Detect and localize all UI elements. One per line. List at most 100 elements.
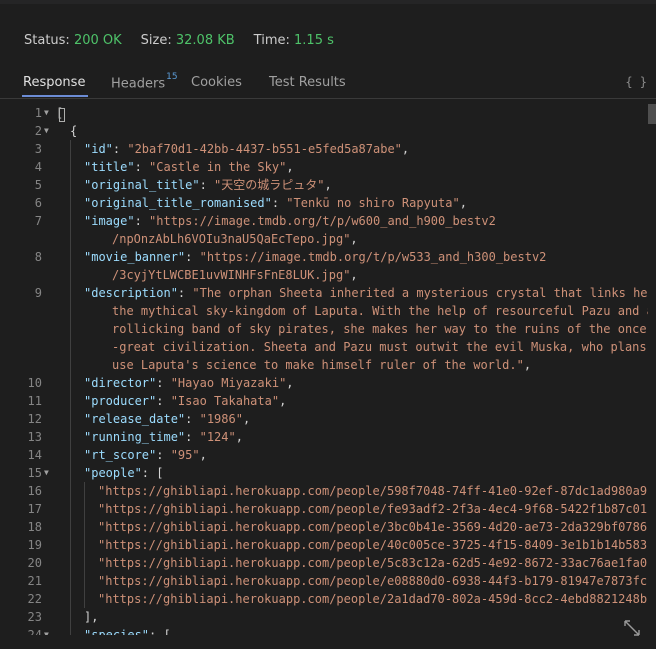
line-number: 6 <box>34 196 42 210</box>
json-punct: , <box>242 412 251 426</box>
json-punct: , <box>459 196 467 210</box>
fold-chevron-icon[interactable]: ▼ <box>44 122 49 140</box>
tab-response[interactable]: Response <box>23 75 85 90</box>
json-key: "people" <box>84 466 142 480</box>
time-value: 1.15 s <box>294 33 334 48</box>
line-number: 13 <box>27 430 42 444</box>
json-string: "https://ghibliapi.herokuapp.com/people/… <box>98 574 648 588</box>
time-group: Time: 1.15 s <box>254 33 334 48</box>
json-punct: : <box>112 142 128 156</box>
tab-headers[interactable]: Headers15 <box>111 72 178 92</box>
json-key: "description" <box>84 286 178 300</box>
line-number: 9 <box>34 286 42 300</box>
line-number: 2 <box>34 124 42 138</box>
line-number: 11 <box>27 394 42 408</box>
fold-chevron-icon[interactable]: ▼ <box>44 104 49 122</box>
json-punct: : <box>156 448 171 462</box>
line-number: 21 <box>27 574 42 588</box>
fold-chevron-icon[interactable]: ▼ <box>44 626 49 635</box>
line-number: 5 <box>34 178 42 192</box>
tab-test-results-label: Test Results <box>269 75 346 90</box>
json-punct: : <box>177 286 193 300</box>
tab-cookies[interactable]: Cookies <box>191 75 242 90</box>
line-number: 20 <box>27 556 42 570</box>
code-text: "https://ghibliapi.herokuapp.com/people/… <box>98 536 648 554</box>
json-key: "species" <box>84 628 150 635</box>
json-string: "https://ghibliapi.herokuapp.com/people/… <box>98 556 648 570</box>
json-punct: , <box>286 160 294 174</box>
code-text: "people": [ <box>84 464 163 482</box>
size-value: 32.08 KB <box>175 33 235 48</box>
line-number: 10 <box>27 376 42 390</box>
tab-test-results[interactable]: Test Results <box>269 75 346 90</box>
json-punct: { <box>70 124 78 138</box>
json-string: /npOnzAbLh6VOIu3naU5QaEcTepo.jpg" <box>112 232 351 246</box>
json-punct: , <box>350 232 358 246</box>
resize-diagonal-icon[interactable] <box>622 618 644 640</box>
code-line: 7 "image": "https://image.tmdb.org/t/p/w6… <box>0 212 648 230</box>
json-punct: , <box>324 178 332 192</box>
code-line: rollicking band of sky pirates, she make… <box>0 320 648 338</box>
line-number: 16 <box>27 484 42 498</box>
code-text: "id": "2baf70d1-42bb-4437-b551-e5fed5a87… <box>84 140 409 158</box>
line-number: 22 <box>27 592 42 606</box>
code-line: 13 "running_time": "124", <box>0 428 648 446</box>
json-punct: , <box>523 358 532 372</box>
size-label: Size: <box>140 33 172 48</box>
json-punct: : <box>156 394 171 408</box>
code-line: 21 "https://ghibliapi.herokuapp.com/peopl… <box>0 572 648 590</box>
code-line: -great civilization. Sheeta and Pazu mus… <box>0 338 648 356</box>
braces-icon[interactable]: { } <box>625 75 647 89</box>
code-line: 14 "rt_score": "95", <box>0 446 648 464</box>
code-text: "producer": "Isao Takahata", <box>84 392 286 410</box>
vertical-scrollbar-thumb[interactable] <box>648 104 656 124</box>
json-punct: , <box>235 430 243 444</box>
json-string: "天空の城ラピュタ" <box>214 178 325 192</box>
json-string: use Laputa's science to make himself rul… <box>112 358 524 372</box>
json-key: "title" <box>84 160 135 174</box>
code-text: "https://ghibliapi.herokuapp.com/people/… <box>98 518 648 536</box>
code-line: 18 "https://ghibliapi.herokuapp.com/peopl… <box>0 518 648 536</box>
code-line: 24 ▼ "species": [ <box>0 626 648 635</box>
json-punct: : [ <box>141 466 164 480</box>
json-string: "https://ghibliapi.herokuapp.com/people/… <box>98 484 648 498</box>
indent-guide <box>70 140 71 635</box>
response-tabs: Response Headers15 Cookies Test Results <box>0 62 656 99</box>
code-line: use Laputa's science to make himself rul… <box>0 356 648 374</box>
indent-guide <box>84 482 85 608</box>
json-string: rollicking band of sky pirates, she make… <box>112 322 647 336</box>
code-text: -great civilization. Sheeta and Pazu mus… <box>112 338 648 356</box>
json-punct: : [ <box>149 628 171 635</box>
active-tab-indicator <box>22 95 88 97</box>
line-number: 17 <box>27 502 42 516</box>
json-key: "release_date" <box>84 412 186 426</box>
code-line: 9 "description": "The orphan Sheeta inher… <box>0 284 648 302</box>
code-line: 8 "movie_banner": "https://image.tmdb.org… <box>0 248 648 266</box>
code-line: 20 "https://ghibliapi.herokuapp.com/peopl… <box>0 554 648 572</box>
code-text: ], <box>84 608 98 626</box>
json-string: "1986" <box>199 412 243 426</box>
code-text: "image": "https://image.tmdb.org/t/p/w60… <box>84 212 496 230</box>
json-punct: , <box>350 268 358 282</box>
json-punct: : <box>185 412 200 426</box>
line-number: 1 <box>34 106 42 120</box>
json-key: "director" <box>84 376 157 390</box>
json-string: "Isao Takahata" <box>170 394 280 408</box>
json-string: "https://ghibliapi.herokuapp.com/people/… <box>98 520 648 534</box>
json-punct: : <box>134 214 150 228</box>
json-key: "original_title_romanised" <box>84 196 272 210</box>
json-string: -great civilization. Sheeta and Pazu mus… <box>112 340 648 354</box>
line-number: 14 <box>27 448 42 462</box>
code-line: 19 "https://ghibliapi.herokuapp.com/peopl… <box>0 536 648 554</box>
json-key: "movie_banner" <box>84 250 186 264</box>
json-editor[interactable]: 1 ▼[2 ▼{3 "id": "2baf70d1-42bb-4437-b551-e5… <box>0 104 648 635</box>
json-punct: , <box>401 142 410 156</box>
code-line: 1 ▼[ <box>0 104 648 122</box>
tab-response-label: Response <box>23 75 86 90</box>
tab-headers-label: Headers <box>111 76 166 92</box>
json-string: "https://image.tmdb.org/t/p/w600_and_h90… <box>149 214 496 228</box>
json-punct: , <box>199 448 207 462</box>
fold-chevron-icon[interactable]: ▼ <box>44 464 49 482</box>
time-label: Time: <box>253 33 290 48</box>
code-line: 4 "title": "Castle in the Sky", <box>0 158 648 176</box>
